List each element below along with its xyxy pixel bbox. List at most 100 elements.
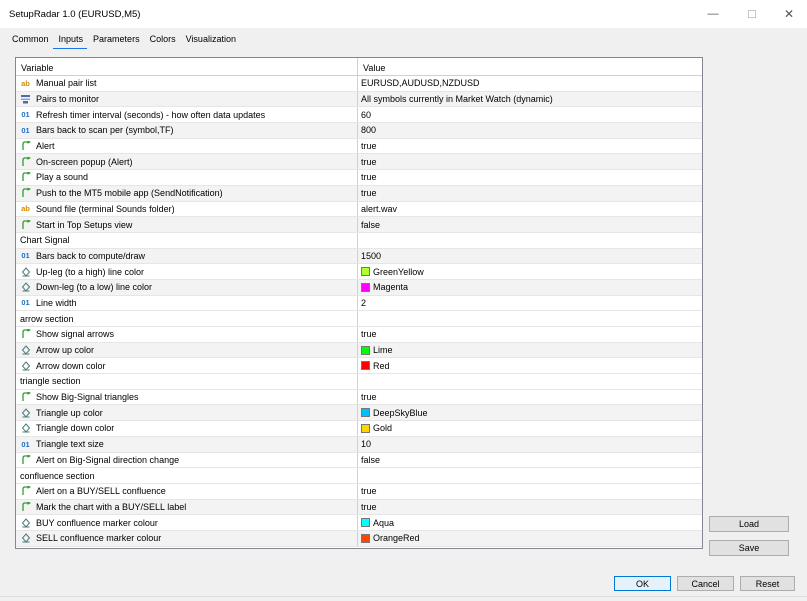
- color-swatch[interactable]: [361, 361, 370, 371]
- value-cell[interactable]: OrangeRed: [358, 531, 702, 546]
- ok-button[interactable]: OK: [614, 576, 671, 591]
- cancel-button[interactable]: Cancel: [677, 576, 734, 591]
- value-cell[interactable]: DeepSkyBlue: [358, 405, 702, 420]
- section-row[interactable]: Chart Signal: [16, 232, 702, 249]
- inputs-grid[interactable]: Variable Value ab Manual pair list EURUSD,…: [15, 57, 703, 549]
- value-text: true: [361, 188, 377, 199]
- table-row[interactable]: Up-leg (to a high) line color GreenYellow: [16, 264, 702, 280]
- tab-colors[interactable]: Colors: [144, 33, 180, 49]
- table-row[interactable]: Arrow down color Red: [16, 358, 702, 375]
- section-row[interactable]: confluence section: [16, 468, 702, 484]
- variable-label: Line width: [36, 297, 77, 308]
- value-cell[interactable]: false: [358, 453, 702, 468]
- value-cell[interactable]: Gold: [358, 421, 702, 436]
- value-cell[interactable]: 2: [358, 296, 702, 311]
- header-variable[interactable]: Variable: [16, 58, 358, 75]
- value-cell[interactable]: Lime: [358, 343, 702, 358]
- value-cell: [358, 311, 702, 326]
- value-cell[interactable]: true: [358, 484, 702, 499]
- variable-cell: Arrow down color: [16, 358, 358, 374]
- number-icon: 01: [21, 298, 30, 308]
- section-row[interactable]: triangle section: [16, 374, 702, 390]
- color-swatch[interactable]: [361, 518, 370, 528]
- table-row[interactable]: ab Manual pair list EURUSD,AUDUSD,NZDUSD: [16, 76, 702, 92]
- variable-label: Manual pair list: [36, 78, 97, 89]
- table-row[interactable]: On-screen popup (Alert) true: [16, 154, 702, 171]
- tab-visualization[interactable]: Visualization: [180, 33, 240, 49]
- reset-button[interactable]: Reset: [740, 576, 795, 591]
- tab-common[interactable]: Common: [6, 33, 53, 49]
- table-row[interactable]: Play a sound true: [16, 170, 702, 186]
- table-row[interactable]: Start in Top Setups view false: [16, 217, 702, 233]
- tab-parameters[interactable]: Parameters: [87, 33, 144, 49]
- value-cell[interactable]: EURUSD,AUDUSD,NZDUSD: [358, 76, 702, 91]
- value-cell[interactable]: true: [358, 390, 702, 405]
- value-cell[interactable]: alert.wav: [358, 202, 702, 217]
- table-row[interactable]: Arrow up color Lime: [16, 342, 702, 359]
- grid-body: ab Manual pair list EURUSD,AUDUSD,NZDUSD Pa…: [16, 76, 702, 547]
- value-cell[interactable]: true: [358, 170, 702, 185]
- variable-cell: 01 Line width: [16, 295, 358, 311]
- value-cell[interactable]: Magenta: [358, 280, 702, 295]
- value-cell[interactable]: 800: [358, 123, 702, 138]
- bool-icon: [19, 156, 32, 167]
- variable-cell: 01 Bars back to scan per (symbol,TF): [16, 123, 358, 138]
- value-cell[interactable]: true: [358, 327, 702, 342]
- variable-cell: ab Manual pair list: [16, 76, 358, 91]
- section-row[interactable]: arrow section: [16, 311, 702, 327]
- value-cell[interactable]: 60: [358, 107, 702, 122]
- table-row[interactable]: Show Big-Signal triangles true: [16, 389, 702, 406]
- table-row[interactable]: Down-leg (to a low) line color Magenta: [16, 279, 702, 296]
- table-row[interactable]: 01 Line width 2: [16, 295, 702, 312]
- table-row[interactable]: Alert on a BUY/SELL confluence true: [16, 483, 702, 500]
- table-row[interactable]: SELL confluence marker colour OrangeRed: [16, 530, 702, 547]
- value-cell[interactable]: 1500: [358, 249, 702, 264]
- color-swatch[interactable]: [361, 282, 370, 292]
- variable-label: Sound file (terminal Sounds folder): [36, 203, 175, 214]
- table-row[interactable]: Triangle down color Gold: [16, 421, 702, 437]
- value-cell[interactable]: true: [358, 154, 702, 169]
- value-cell[interactable]: true: [358, 500, 702, 515]
- table-row[interactable]: 01 Refresh timer interval (seconds) - how…: [16, 107, 702, 124]
- value-cell[interactable]: false: [358, 217, 702, 232]
- table-row[interactable]: Mark the chart with a BUY/SELL label true: [16, 499, 702, 516]
- variable-label: Triangle text size: [36, 439, 104, 450]
- value-text: 2: [361, 297, 367, 308]
- value-cell[interactable]: true: [358, 186, 702, 201]
- table-row[interactable]: BUY confluence marker colour Aqua: [16, 515, 702, 531]
- value-cell[interactable]: Aqua: [358, 515, 702, 530]
- value-cell[interactable]: All symbols currently in Market Watch (d…: [358, 92, 702, 107]
- table-row[interactable]: 01 Bars back to scan per (symbol,TF) 800: [16, 123, 702, 139]
- tab-inputs[interactable]: Inputs: [52, 33, 88, 49]
- load-button[interactable]: Load: [709, 516, 789, 532]
- bool-icon: [19, 486, 32, 496]
- variable-label: Refresh timer interval (seconds) - how o…: [36, 109, 266, 120]
- table-row[interactable]: 01 Triangle text size 10: [16, 436, 702, 453]
- variable-label: Arrow down color: [36, 360, 106, 371]
- variable-cell: arrow section: [16, 311, 358, 326]
- color-swatch[interactable]: [361, 345, 370, 355]
- table-row[interactable]: Show signal arrows true: [16, 327, 702, 343]
- value-cell[interactable]: GreenYellow: [358, 264, 702, 279]
- color-swatch[interactable]: [361, 533, 370, 543]
- variable-cell: 01 Triangle text size: [16, 436, 358, 452]
- table-row[interactable]: Alert on Big-Signal direction change fals…: [16, 452, 702, 469]
- table-row[interactable]: 01 Bars back to compute/draw 1500: [16, 248, 702, 265]
- value-cell[interactable]: Red: [358, 358, 702, 373]
- header-value[interactable]: Value: [358, 58, 702, 75]
- value-cell[interactable]: true: [358, 139, 702, 154]
- color-icon: [19, 517, 32, 528]
- table-row[interactable]: Alert true: [16, 138, 702, 155]
- table-row[interactable]: Triangle up color DeepSkyBlue: [16, 405, 702, 422]
- color-swatch[interactable]: [361, 408, 370, 418]
- grid-header: Variable Value: [16, 58, 702, 76]
- table-row[interactable]: ab Sound file (terminal Sounds folder) ale…: [16, 201, 702, 218]
- table-row[interactable]: Pairs to monitor All symbols currently in…: [16, 91, 702, 108]
- color-swatch[interactable]: [361, 423, 370, 433]
- color-swatch[interactable]: [361, 267, 370, 277]
- table-row[interactable]: Push to the MT5 mobile app (SendNotifica…: [16, 185, 702, 202]
- save-button[interactable]: Save: [709, 540, 789, 556]
- color-icon: [19, 345, 32, 355]
- value-cell[interactable]: 10: [358, 437, 702, 452]
- close-button[interactable]: ✕: [766, 0, 807, 28]
